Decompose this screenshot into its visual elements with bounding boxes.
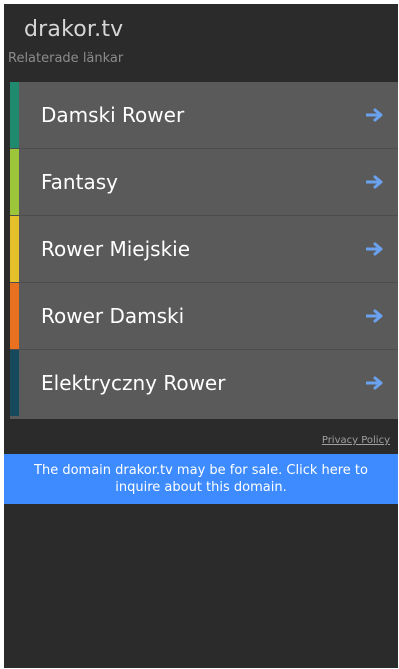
link-label: Rower Miejskie <box>41 237 191 261</box>
related-links-label: Relaterade länkar <box>8 51 124 66</box>
link-item-rower-miejskie[interactable]: Rower Miejskie <box>10 216 398 283</box>
domain-sale-banner[interactable]: The domain drakor.tv may be for sale. Cl… <box>4 454 398 504</box>
link-item-elektryczny-rower[interactable]: Elektryczny Rower <box>10 350 398 416</box>
arrow-right-icon <box>366 242 383 256</box>
page: drakor.tv Relaterade länkar Damski Rower… <box>4 4 398 668</box>
link-label: Rower Damski <box>41 304 185 328</box>
link-item-rower-damski[interactable]: Rower Damski <box>10 283 398 350</box>
link-color-bar <box>10 149 19 215</box>
arrow-right-icon <box>366 376 383 390</box>
related-links-list: Damski Rower Fantasy Rower Miejskie Rowe… <box>10 82 398 419</box>
link-color-bar <box>10 82 19 148</box>
link-label: Elektryczny Rower <box>41 371 226 395</box>
domain-sale-text: The domain drakor.tv may be for sale. Cl… <box>34 463 368 495</box>
link-color-bar <box>10 350 19 416</box>
arrow-right-icon <box>366 175 383 189</box>
privacy-policy-link[interactable]: Privacy Policy <box>322 435 390 446</box>
link-color-bar <box>10 216 19 282</box>
link-item-fantasy[interactable]: Fantasy <box>10 149 398 216</box>
arrow-right-icon <box>366 309 383 323</box>
link-label: Fantasy <box>41 170 118 194</box>
link-color-bar <box>10 283 19 349</box>
link-label: Damski Rower <box>41 103 185 127</box>
arrow-right-icon <box>366 108 383 122</box>
link-item-damski-rower[interactable]: Damski Rower <box>10 82 398 149</box>
site-title: drakor.tv <box>24 17 124 42</box>
